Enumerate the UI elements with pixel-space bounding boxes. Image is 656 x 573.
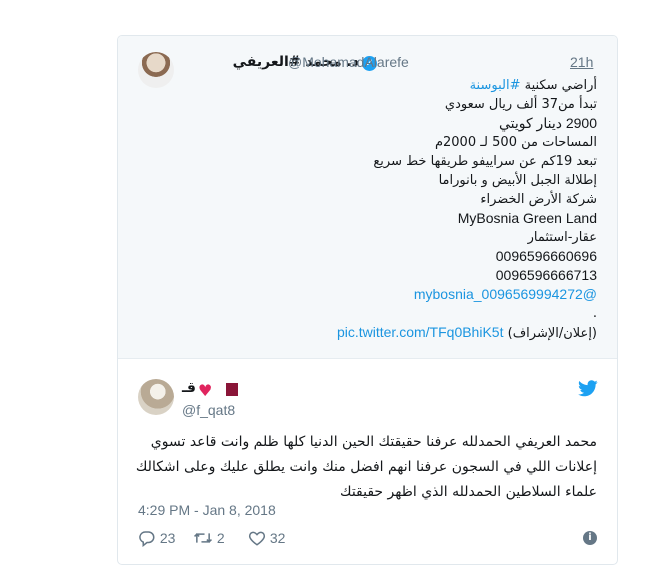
quoted-line: المساحات من 500 لـ 2000م xyxy=(434,135,597,150)
quoted-line: 2900 دينار كويتي xyxy=(498,115,597,131)
reply-icon xyxy=(138,530,156,548)
quoted-line: 0096596666713 xyxy=(495,267,597,283)
reply-count: 23 xyxy=(159,530,176,546)
retweet-button[interactable]: 2 xyxy=(193,529,225,547)
media-link[interactable]: pic.twitter.com/TFq0BhiK5t xyxy=(337,324,504,340)
twitter-bird-icon[interactable] xyxy=(578,380,598,398)
quoted-timestamp[interactable]: 21h xyxy=(570,54,593,70)
mention-link[interactable]: @mybosnia_0096569994272 xyxy=(177,285,597,304)
ad-label: (إعلان/الإشراف) xyxy=(507,326,597,341)
quoted-footer: (إعلان/الإشراف) pic.twitter.com/TFq0BhiK… xyxy=(177,323,597,342)
quoted-line: أراضي سكنية #البوسنة xyxy=(469,78,597,93)
quoted-line: تبعد 19كم عن سراييفو طريقها خط سريع xyxy=(373,154,597,169)
quoted-line: . xyxy=(592,306,597,321)
retweet-icon xyxy=(193,530,213,546)
qatar-flag-icon xyxy=(220,383,238,396)
embedded-tweet-card: د. محمد #العريفي ✓ @MohamadAlarefe 21h أ… xyxy=(117,35,618,565)
quoted-line: شركة الأرض الخضراء xyxy=(480,192,597,207)
quoted-handle[interactable]: @MohamadAlarefe xyxy=(288,54,409,70)
main-avatar[interactable] xyxy=(138,379,174,415)
heart-emoji-icon: ♥ xyxy=(198,381,213,400)
retweet-count: 2 xyxy=(216,530,225,546)
main-timestamp[interactable]: 4:29 PM - Jan 8, 2018 xyxy=(138,502,276,518)
hashtag-link[interactable]: #البوسنة xyxy=(470,78,521,93)
main-handle[interactable]: @f_qat8 xyxy=(182,402,235,418)
quoted-line: إطلالة الجبل الأبيض و بانوراما xyxy=(438,173,597,188)
main-tweet-text: محمد العريفي الحمدلله عرفنا حقيقتك الحين… xyxy=(135,434,597,500)
quoted-line: تبدأ من37 ألف ريال سعودي xyxy=(444,97,597,112)
quoted-tweet-body: أراضي سكنية #البوسنة تبدأ من37 ألف ريال … xyxy=(177,76,597,342)
quoted-line: MyBosnia Green Land xyxy=(457,210,597,226)
reply-button[interactable]: 23 xyxy=(138,529,176,548)
quoted-tweet[interactable]: د. محمد #العريفي ✓ @MohamadAlarefe 21h أ… xyxy=(118,36,617,359)
quoted-tweet-header: د. محمد #العريفي ✓ @MohamadAlarefe 21h xyxy=(118,54,617,74)
like-button[interactable]: 32 xyxy=(248,529,285,547)
quoted-line: 0096596660696 xyxy=(495,248,597,264)
quoted-line: عقار-استثمار xyxy=(527,230,597,245)
like-icon xyxy=(248,530,266,546)
main-display-name[interactable]: قـ xyxy=(182,380,196,396)
like-count: 32 xyxy=(269,530,286,546)
info-icon[interactable]: i xyxy=(583,531,597,545)
